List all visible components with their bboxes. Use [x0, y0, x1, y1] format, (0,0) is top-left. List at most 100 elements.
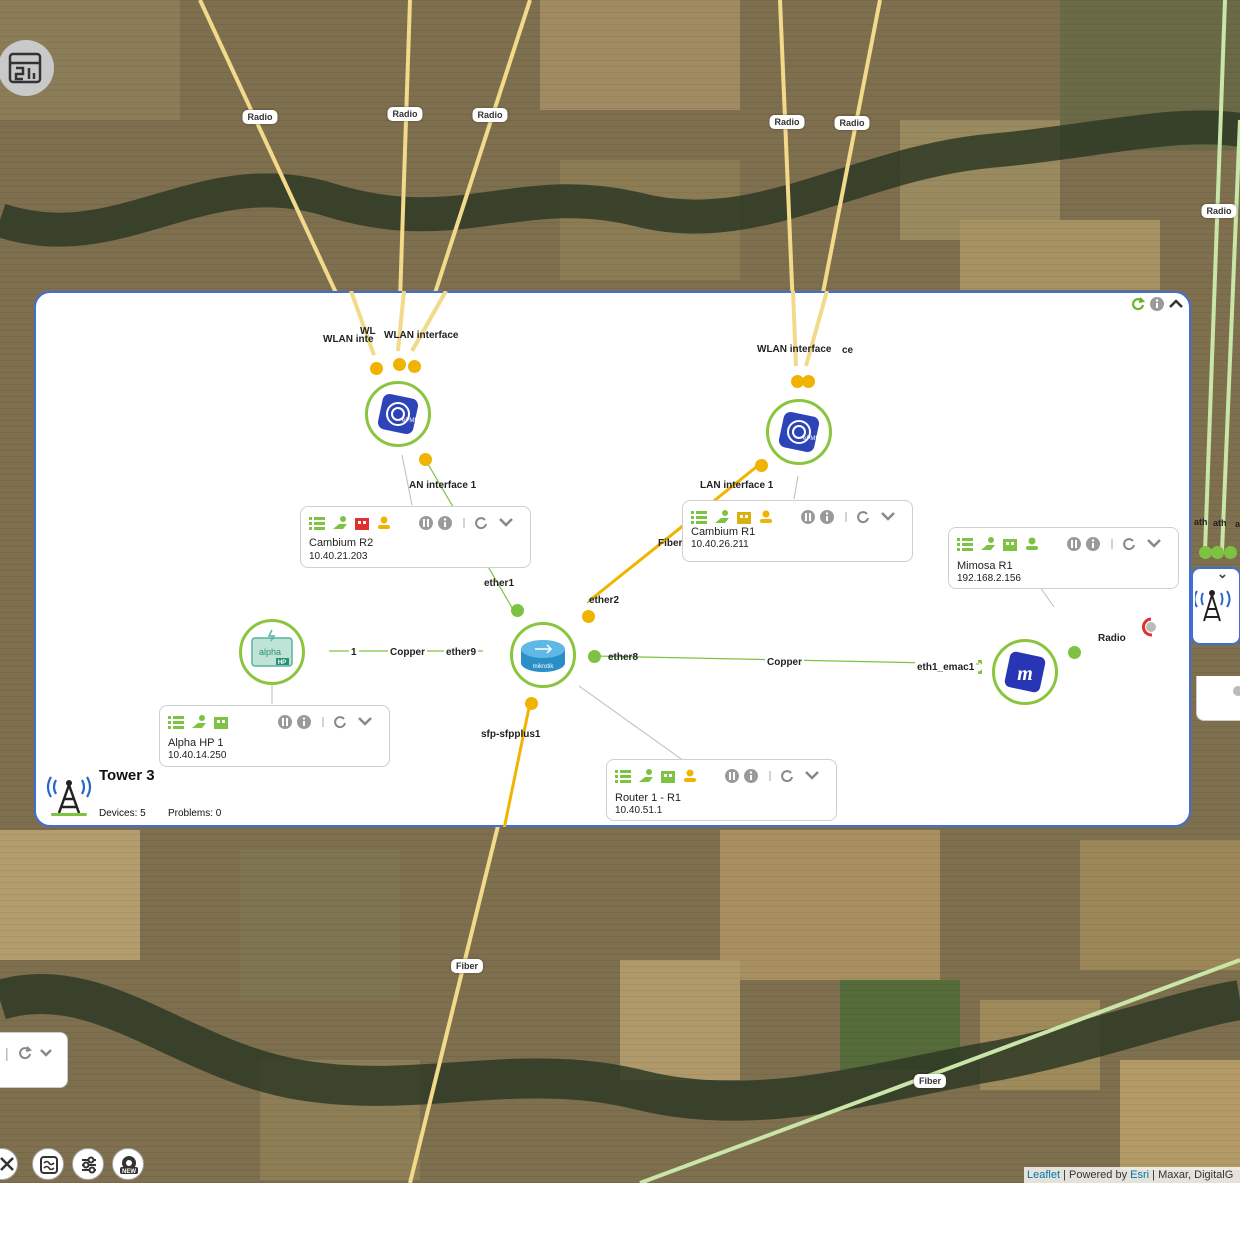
building-icon — [661, 771, 675, 783]
link-label-radio: Radio — [1201, 204, 1237, 218]
link-label-radio: Radio — [834, 116, 870, 130]
card-toolbar — [957, 537, 1161, 551]
person-icon — [1026, 537, 1038, 550]
device-ip: 10.40.51.1 — [615, 805, 663, 816]
chevron-up-icon[interactable] — [1168, 297, 1184, 311]
port-label: sfp-sfpplus1 — [481, 729, 541, 740]
device-card-edge[interactable] — [1196, 676, 1240, 721]
attribution-text: | Maxar, DigitalG — [1149, 1169, 1234, 1181]
refresh-icon — [1123, 538, 1135, 551]
port-dot[interactable] — [511, 604, 524, 617]
port-label: ether8 — [608, 652, 639, 663]
port-dot[interactable] — [755, 459, 768, 472]
pause-icon — [725, 769, 739, 783]
link-label-radio: Radio — [769, 115, 805, 129]
info-icon — [1086, 537, 1100, 551]
link-label-radio: Radio — [242, 110, 278, 124]
card-toolbar — [309, 516, 513, 530]
device-card-cambium-r1[interactable]: Cambium R1 10.40.26.211 — [682, 500, 913, 562]
port-label: Radio — [1098, 633, 1126, 644]
port-label: WLAN interface — [384, 330, 459, 341]
port-dot[interactable] — [802, 375, 815, 388]
port-dot[interactable] — [582, 610, 595, 623]
port-dot[interactable] — [370, 362, 383, 375]
epmp-node[interactable]: ePMP — [766, 399, 832, 465]
port-label: eth1_emac1 — [915, 662, 977, 673]
hp-text: HP — [278, 660, 286, 666]
device-name: Alpha HP 1 — [168, 737, 224, 749]
port-label: WLAN interface — [757, 344, 832, 355]
pause-icon — [1067, 537, 1081, 551]
dashboard-toggle-button[interactable] — [0, 40, 54, 96]
epmp-text: ePMP — [803, 436, 819, 442]
info-icon — [438, 516, 452, 530]
chevron-down-icon[interactable] — [39, 1047, 53, 1059]
device-card-mimosa-r1[interactable]: Mimosa R1 192.168.2.156 — [948, 527, 1179, 589]
epmp-text: ePMP — [402, 418, 418, 424]
chevron-down-icon[interactable]: ⌄ — [1217, 566, 1235, 581]
alpha-node[interactable]: alpha HP — [239, 619, 305, 685]
info-icon — [744, 769, 758, 783]
port-half-icon — [977, 660, 982, 674]
port-label: ether9 — [444, 647, 479, 658]
pause-icon — [419, 516, 433, 530]
device-name: Router 1 - R1 — [615, 792, 682, 804]
person-icon — [760, 510, 772, 523]
link-label-radio: Radio — [472, 108, 508, 122]
port-dot[interactable] — [525, 697, 538, 710]
layers-button[interactable] — [32, 1148, 64, 1180]
new-feature-button[interactable]: NEW — [112, 1148, 144, 1180]
port-dot[interactable] — [1224, 546, 1237, 559]
device-ip: 10.40.14.250 — [168, 750, 227, 761]
device-ip: 10.40.26.211 — [691, 539, 749, 550]
port-dot[interactable] — [393, 358, 406, 371]
refresh-icon[interactable] — [17, 1045, 33, 1061]
port-dot[interactable] — [419, 453, 432, 466]
device-card-partial[interactable]: | — [0, 1032, 68, 1088]
mimosa-node[interactable]: m — [992, 639, 1058, 705]
group-panel-tower-3[interactable]: WLAN inte WL WLAN interface WLAN interfa… — [34, 291, 1191, 827]
info-icon[interactable] — [1149, 296, 1165, 312]
pause-icon — [278, 715, 292, 729]
epmp-node[interactable]: ePMP — [365, 381, 431, 447]
chevron-down-icon — [358, 717, 372, 726]
list-icon — [957, 538, 973, 551]
epmp-icon: ePMP — [377, 393, 418, 435]
port-label: LAN interface 1 — [700, 480, 774, 491]
refresh-icon[interactable] — [1130, 296, 1146, 312]
link-label: Copper — [765, 657, 804, 668]
port-dot[interactable] — [408, 360, 421, 373]
mikrotik-node[interactable]: mikrotik — [510, 622, 576, 688]
map-attribution: Leaflet | Powered by Esri | Maxar, Digit… — [1024, 1167, 1240, 1183]
info-icon — [297, 715, 311, 729]
device-card-cambium-r2[interactable]: Cambium R2 10.40.21.203 — [300, 506, 531, 568]
port-dot[interactable] — [588, 650, 601, 663]
leaflet-link[interactable]: Leaflet — [1027, 1169, 1060, 1181]
person-icon — [684, 769, 696, 782]
divider: | — [5, 1045, 9, 1061]
tower-node-edge[interactable] — [1193, 575, 1240, 625]
map-layers-icon — [40, 1156, 58, 1174]
hand-network-icon — [639, 769, 653, 782]
list-icon — [309, 517, 325, 530]
refresh-icon — [781, 770, 793, 783]
filters-button[interactable] — [72, 1148, 104, 1180]
chevron-down-icon — [1147, 539, 1161, 548]
port-label: 1 — [349, 647, 359, 658]
group-title: Tower 3 — [99, 767, 155, 784]
svg-text:NEW: NEW — [122, 1169, 136, 1175]
mimosa-icon: m — [1004, 651, 1046, 693]
hand-network-icon — [192, 715, 206, 728]
port-dot[interactable] — [1068, 646, 1081, 659]
pause-icon — [801, 510, 815, 524]
mimosa-text: m — [1017, 663, 1033, 685]
building-icon — [214, 717, 228, 729]
status-icon — [1233, 686, 1240, 696]
link-label: Copper — [388, 647, 427, 658]
device-card-alpha-hp-1[interactable]: Alpha HP 1 10.40.14.250 — [159, 705, 390, 767]
alert-port-icon[interactable] — [1137, 616, 1159, 638]
esri-link[interactable]: Esri — [1130, 1169, 1149, 1181]
port-dot[interactable] — [1211, 546, 1224, 559]
device-card-router-1[interactable]: Router 1 - R1 10.40.51.1 — [606, 759, 837, 821]
port-label: ce — [842, 345, 854, 356]
